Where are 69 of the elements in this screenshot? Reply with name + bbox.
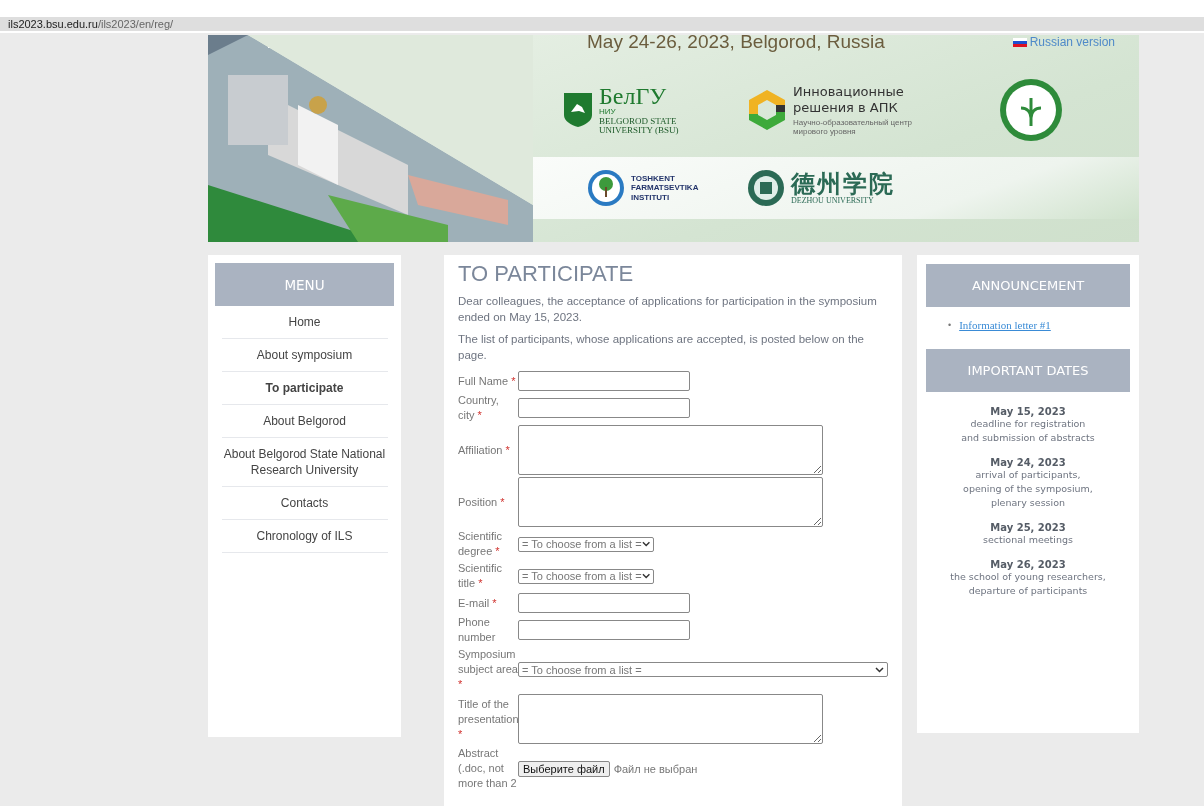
field-label: Abstract (.doc, not more than 2 xyxy=(458,746,518,791)
menu-item[interactable]: About symposium xyxy=(221,339,388,372)
text-area[interactable] xyxy=(518,694,823,744)
apk-logo-subtitle: Научно-образовательный центр мирового уровня xyxy=(793,118,914,137)
date-heading: May 24, 2023 xyxy=(989,457,1067,468)
menu-item[interactable]: About Belgorod xyxy=(221,405,388,438)
menu-item[interactable]: Chronology of ILS xyxy=(221,520,388,553)
text-field[interactable] xyxy=(518,371,690,391)
announcement-link[interactable]: Information letter #1 xyxy=(959,319,1051,331)
date-heading: May 26, 2023 xyxy=(989,559,1067,570)
dezhou-logo-name: DEZHOU UNIVERSITY xyxy=(791,195,874,205)
field-label: Affiliation * xyxy=(458,442,511,458)
intro-text: Dear colleagues, the acceptance of applications for participation in the symposium ended on May 15, 2023. xyxy=(458,294,878,325)
field-label: Symposium subject area * xyxy=(458,647,518,692)
date-description: sectional meetings xyxy=(983,533,1073,547)
date-description: departure of participants xyxy=(967,584,1089,598)
field-label: Phone number xyxy=(458,615,497,645)
choose-file-button[interactable]: Выберите файл xyxy=(518,760,610,777)
text-field[interactable] xyxy=(518,620,690,640)
page-title: TO PARTICIPATE xyxy=(458,261,635,287)
chevron-icon xyxy=(641,573,650,579)
seal-icon xyxy=(747,169,785,207)
text-area[interactable] xyxy=(518,477,823,527)
menu-item[interactable]: About Belgorod State National Research University xyxy=(221,438,388,487)
intro-text: The list of participants, whose applications are accepted, is posted below on the page. xyxy=(458,332,865,363)
apk-logo-title: Инновационные решения в АПК xyxy=(793,83,905,116)
dates-header: IMPORTANT DATES xyxy=(926,349,1130,392)
bsu-logo-name: BELGOROD STATE UNIVERSITY (BSU) xyxy=(599,116,680,137)
date-description: plenary session xyxy=(989,496,1067,510)
bsu-logo-abbr: НИУ xyxy=(599,107,617,117)
menu-item[interactable]: To participate xyxy=(221,372,388,405)
field-label: Full Name * xyxy=(458,373,517,389)
chevron-icon xyxy=(875,666,884,673)
date-description: deadline for registration xyxy=(969,417,1087,431)
bsu-logo-text: БелГУ xyxy=(599,83,668,108)
chevron-icon xyxy=(641,541,650,547)
field-label: Position * xyxy=(458,494,506,510)
event-dates: May 24-26, 2023, Belgorod, Russia xyxy=(587,35,885,53)
shield-icon xyxy=(563,92,593,128)
date-description: the school of young researchers, xyxy=(950,570,1106,584)
menu-header: MENU xyxy=(215,263,394,306)
address-bar[interactable]: ils2023.bsu.edu.ru/ils2023/en/reg/ xyxy=(0,17,1204,33)
text-field[interactable] xyxy=(518,398,690,418)
text-field[interactable] xyxy=(518,593,690,613)
field-label: Scientific title * xyxy=(458,561,504,591)
tashkent-logo-name: TOSHKENT FARMATSEVTIKA INSTITUTI xyxy=(631,173,700,203)
bullet: • xyxy=(948,320,952,330)
dropdown[interactable]: = To choose from a list = xyxy=(518,662,888,677)
dropdown[interactable]: = To choose from a list = xyxy=(518,536,654,552)
date-heading: May 15, 2023 xyxy=(989,406,1067,417)
field-label: Title of the presentation * xyxy=(458,696,518,742)
field-label: E-mail * xyxy=(458,595,498,611)
dropdown[interactable]: = To choose from a list = xyxy=(518,568,654,584)
date-description: arrival of participants, xyxy=(974,468,1082,482)
hexagon-icon xyxy=(747,88,787,132)
date-heading: May 25, 2023 xyxy=(989,522,1067,533)
menu-item[interactable]: Home xyxy=(221,306,388,339)
date-description: and submission of abstracts xyxy=(961,431,1095,445)
file-status: Файл не выбран xyxy=(613,762,698,775)
date-description: opening of the symposium, xyxy=(963,482,1093,496)
field-label: Country, city * xyxy=(458,393,500,423)
tree-emblem-icon xyxy=(587,169,625,207)
emblem-icon xyxy=(999,78,1063,142)
dezhou-logo-chinese: 德州学院 xyxy=(791,171,895,196)
announcement-header: ANNOUNCEMENT xyxy=(926,264,1130,307)
flag-icon xyxy=(1012,37,1027,47)
menu-item[interactable]: Contacts xyxy=(221,487,388,520)
field-label: Scientific degree * xyxy=(458,529,504,559)
text-area[interactable] xyxy=(518,425,823,475)
